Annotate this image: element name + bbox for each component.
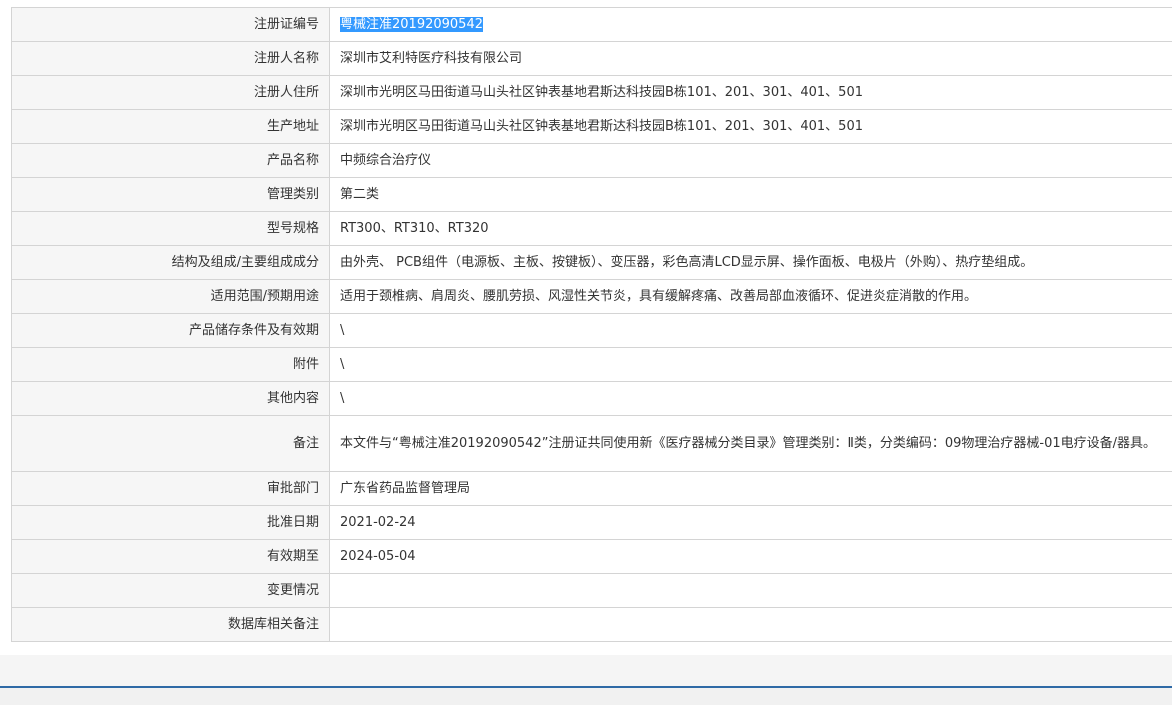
table-row: 有效期至 2024-05-04: [12, 540, 1172, 574]
table-row: 数据库相关备注: [12, 608, 1172, 642]
table-row: 型号规格 RT300、RT310、RT320: [12, 212, 1172, 246]
table-row: 产品名称 中频综合治疗仪: [12, 144, 1172, 178]
table-row: 注册证编号 粤械注准20192090542: [12, 8, 1172, 42]
row-value: 深圳市光明区马田街道马山头社区钟表基地君斯达科技园B栋101、201、301、4…: [330, 110, 1172, 144]
detail-panel: 注册证编号 粤械注准20192090542 注册人名称 深圳市艾利特医疗科技有限…: [0, 0, 1172, 655]
table-row: 适用范围/预期用途 适用于颈椎病、肩周炎、腰肌劳损、风湿性关节炎，具有缓解疼痛、…: [12, 280, 1172, 314]
row-label: 数据库相关备注: [12, 608, 330, 642]
table-row: 审批部门 广东省药品监督管理局: [12, 472, 1172, 506]
row-value: \: [330, 314, 1172, 348]
row-value: 深圳市艾利特医疗科技有限公司: [330, 42, 1172, 76]
table-row: 注册人名称 深圳市艾利特医疗科技有限公司: [12, 42, 1172, 76]
row-label: 管理类别: [12, 178, 330, 212]
row-value: 2024-05-04: [330, 540, 1172, 574]
table-row: 注册人住所 深圳市光明区马田街道马山头社区钟表基地君斯达科技园B栋101、201…: [12, 76, 1172, 110]
row-label: 产品储存条件及有效期: [12, 314, 330, 348]
row-value: \: [330, 348, 1172, 382]
row-value: [330, 608, 1172, 642]
row-label: 结构及组成/主要组成成分: [12, 246, 330, 280]
row-label: 有效期至: [12, 540, 330, 574]
bottom-bar: [0, 686, 1172, 705]
row-label: 注册人名称: [12, 42, 330, 76]
row-label: 适用范围/预期用途: [12, 280, 330, 314]
row-label: 审批部门: [12, 472, 330, 506]
table-row: 生产地址 深圳市光明区马田街道马山头社区钟表基地君斯达科技园B栋101、201、…: [12, 110, 1172, 144]
row-value: \: [330, 382, 1172, 416]
row-label: 产品名称: [12, 144, 330, 178]
table-row: 其他内容 \: [12, 382, 1172, 416]
row-value: 第二类: [330, 178, 1172, 212]
row-value: 适用于颈椎病、肩周炎、腰肌劳损、风湿性关节炎，具有缓解疼痛、改善局部血液循环、促…: [330, 280, 1172, 314]
row-label: 备注: [12, 416, 330, 472]
row-label: 变更情况: [12, 574, 330, 608]
row-value: 本文件与“粤械注准20192090542”注册证共同使用新《医疗器械分类目录》管…: [330, 416, 1172, 472]
row-value: 中频综合治疗仪: [330, 144, 1172, 178]
row-value: 广东省药品监督管理局: [330, 472, 1172, 506]
table-row: 产品储存条件及有效期 \: [12, 314, 1172, 348]
table-row: 变更情况: [12, 574, 1172, 608]
row-label: 型号规格: [12, 212, 330, 246]
row-value: 深圳市光明区马田街道马山头社区钟表基地君斯达科技园B栋101、201、301、4…: [330, 76, 1172, 110]
row-label: 附件: [12, 348, 330, 382]
row-label: 批准日期: [12, 506, 330, 540]
table-row: 管理类别 第二类: [12, 178, 1172, 212]
row-label: 生产地址: [12, 110, 330, 144]
row-value: [330, 574, 1172, 608]
table-row: 备注 本文件与“粤械注准20192090542”注册证共同使用新《医疗器械分类目…: [12, 416, 1172, 472]
row-label: 注册证编号: [12, 8, 330, 42]
row-value: 2021-02-24: [330, 506, 1172, 540]
row-label: 其他内容: [12, 382, 330, 416]
registration-detail-table: 注册证编号 粤械注准20192090542 注册人名称 深圳市艾利特医疗科技有限…: [11, 7, 1172, 642]
table-row: 结构及组成/主要组成成分 由外壳、 PCB组件（电源板、主板、按键板）、变压器，…: [12, 246, 1172, 280]
row-value: RT300、RT310、RT320: [330, 212, 1172, 246]
row-value: 由外壳、 PCB组件（电源板、主板、按键板）、变压器，彩色高清LCD显示屏、操作…: [330, 246, 1172, 280]
table-row: 批准日期 2021-02-24: [12, 506, 1172, 540]
row-value[interactable]: 粤械注准20192090542: [330, 8, 1172, 42]
table-row: 附件 \: [12, 348, 1172, 382]
selected-registration-number[interactable]: 粤械注准20192090542: [340, 17, 483, 32]
row-label: 注册人住所: [12, 76, 330, 110]
